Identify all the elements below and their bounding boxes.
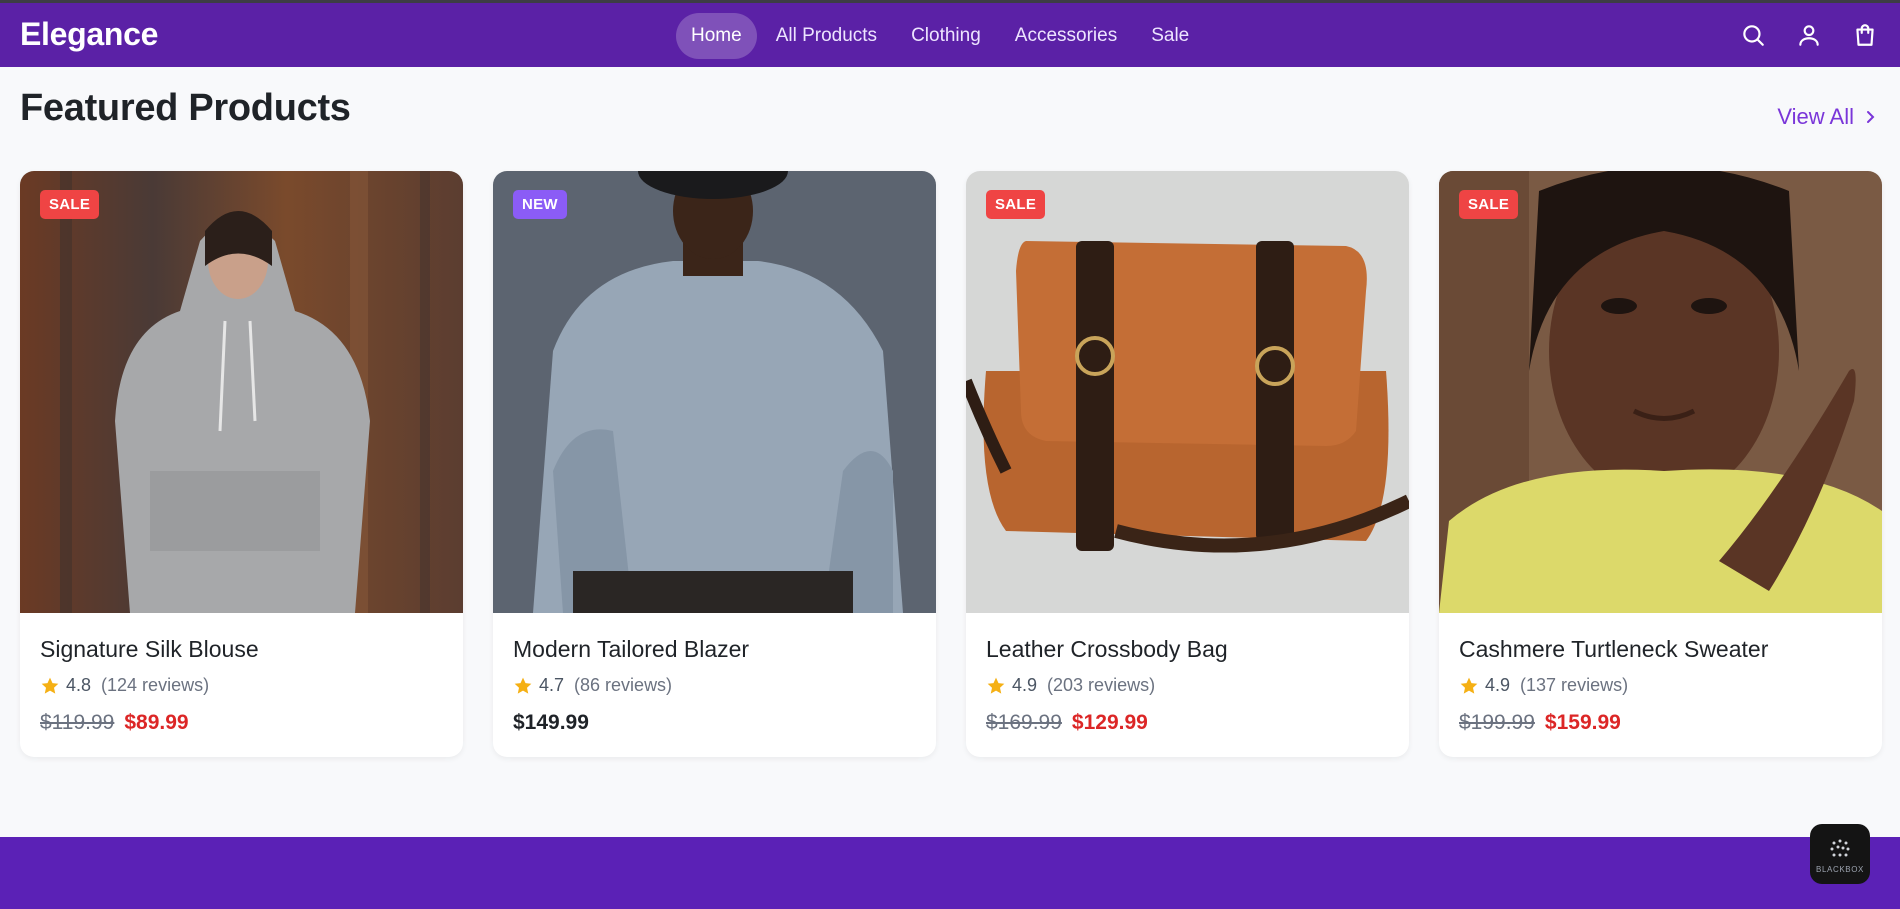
rating-value: 4.7 bbox=[539, 675, 565, 695]
chevron-right-icon bbox=[1867, 111, 1875, 123]
nav-all-products[interactable]: All Products bbox=[761, 13, 892, 59]
product-image[interactable]: SALE bbox=[966, 171, 1409, 613]
product-card[interactable]: SALE Signature Silk Blouse 4.8 (124 revi… bbox=[20, 171, 463, 757]
original-price: $199.99 bbox=[1459, 711, 1535, 734]
product-rating: 4.9 (203 reviews) bbox=[986, 675, 1389, 696]
nav-home[interactable]: Home bbox=[676, 13, 757, 59]
sale-price: $159.99 bbox=[1544, 711, 1621, 734]
section-title: Featured Products bbox=[20, 87, 351, 129]
product-rating: 4.7 (86 reviews) bbox=[513, 675, 916, 696]
price-row: $149.99 bbox=[513, 711, 916, 735]
product-name[interactable]: Signature Silk Blouse bbox=[40, 636, 443, 663]
star-icon bbox=[41, 677, 59, 694]
nav-icons bbox=[1740, 22, 1878, 48]
review-count: (203 reviews) bbox=[1047, 675, 1156, 695]
product-grid: SALE Signature Silk Blouse 4.8 (124 revi… bbox=[20, 171, 1882, 757]
blackbox-logo-icon bbox=[1830, 839, 1850, 856]
turtleneck-photo bbox=[1439, 171, 1882, 613]
product-rating: 4.8 (124 reviews) bbox=[40, 675, 443, 696]
original-price: $119.99 bbox=[40, 711, 115, 734]
user-icon[interactable] bbox=[1796, 22, 1822, 48]
nav-sale[interactable]: Sale bbox=[1136, 13, 1204, 59]
review-count: (86 reviews) bbox=[574, 675, 673, 695]
hoodie-photo bbox=[20, 171, 463, 613]
main-nav: Home All Products Clothing Accessories S… bbox=[676, 13, 1204, 59]
shopping-bag-icon[interactable] bbox=[1852, 22, 1878, 48]
product-info: Cashmere Turtleneck Sweater 4.9 (137 rev… bbox=[1439, 613, 1882, 735]
product-name[interactable]: Leather Crossbody Bag bbox=[986, 636, 1389, 663]
sale-badge: SALE bbox=[1459, 190, 1519, 219]
footer bbox=[0, 837, 1900, 909]
brand-logo[interactable]: Elegance bbox=[20, 16, 158, 53]
bag-photo bbox=[966, 171, 1409, 613]
sweater-photo bbox=[493, 171, 936, 613]
product-card[interactable]: SALE Cashmere Turtleneck Sweater 4.9 (13… bbox=[1439, 171, 1882, 757]
product-name[interactable]: Cashmere Turtleneck Sweater bbox=[1459, 636, 1862, 663]
original-price: $169.99 bbox=[986, 711, 1062, 734]
price-row: $199.99 $159.99 bbox=[1459, 711, 1862, 735]
price-row: $119.99 $89.99 bbox=[40, 711, 443, 735]
sale-price: $129.99 bbox=[1071, 711, 1148, 734]
blackbox-label: BLACKBOX bbox=[1816, 864, 1864, 874]
product-card[interactable]: NEW Modern Tailored Blazer 4.7 (86 revie… bbox=[493, 171, 936, 757]
regular-price: $149.99 bbox=[513, 711, 589, 734]
search-icon[interactable] bbox=[1740, 22, 1766, 48]
star-icon bbox=[987, 677, 1005, 694]
product-image[interactable]: SALE bbox=[1439, 171, 1882, 613]
view-all-label: View All bbox=[1777, 104, 1854, 129]
product-card[interactable]: SALE Leather Crossbody Bag 4.9 (203 revi… bbox=[966, 171, 1409, 757]
view-all-link[interactable]: View All bbox=[1777, 104, 1878, 130]
nav-clothing[interactable]: Clothing bbox=[896, 13, 996, 59]
product-name[interactable]: Modern Tailored Blazer bbox=[513, 636, 916, 663]
review-count: (137 reviews) bbox=[1520, 675, 1629, 695]
rating-value: 4.8 bbox=[66, 675, 92, 695]
sale-price: $89.99 bbox=[124, 711, 189, 734]
product-info: Leather Crossbody Bag 4.9 (203 reviews) … bbox=[966, 613, 1409, 735]
nav-accessories[interactable]: Accessories bbox=[1000, 13, 1132, 59]
navbar: Elegance Home All Products Clothing Acce… bbox=[0, 3, 1900, 67]
product-info: Signature Silk Blouse 4.8 (124 reviews) … bbox=[20, 613, 463, 735]
sale-badge: SALE bbox=[986, 190, 1046, 219]
star-icon bbox=[1460, 677, 1478, 694]
sale-badge: SALE bbox=[40, 190, 100, 219]
product-rating: 4.9 (137 reviews) bbox=[1459, 675, 1862, 696]
price-row: $169.99 $129.99 bbox=[986, 711, 1389, 735]
rating-value: 4.9 bbox=[1485, 675, 1511, 695]
review-count: (124 reviews) bbox=[101, 675, 210, 695]
product-image[interactable]: NEW bbox=[493, 171, 936, 613]
product-info: Modern Tailored Blazer 4.7 (86 reviews) … bbox=[493, 613, 936, 735]
product-image[interactable]: SALE bbox=[20, 171, 463, 613]
star-icon bbox=[514, 677, 532, 694]
blackbox-assistant-button[interactable]: BLACKBOX bbox=[1810, 824, 1870, 884]
rating-value: 4.9 bbox=[1012, 675, 1038, 695]
new-badge: NEW bbox=[513, 190, 567, 219]
